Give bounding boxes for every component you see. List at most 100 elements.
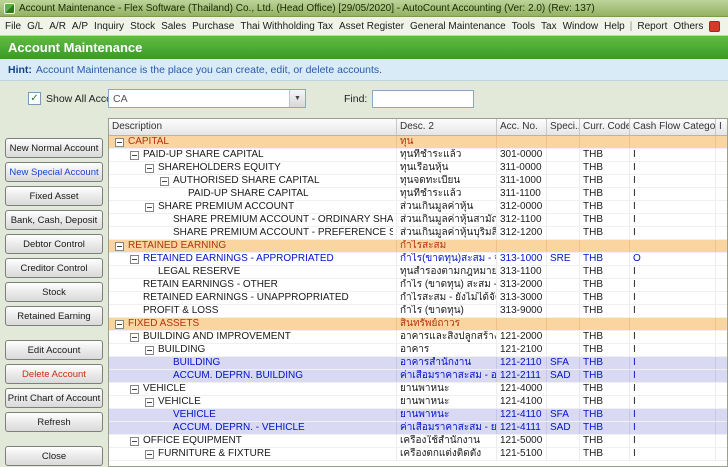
table-row[interactable]: FIXED ASSETSสินทรัพย์ถาวร [109, 318, 727, 331]
account-desc2-cell: อาคาร [397, 344, 497, 356]
currency-code-cell [580, 240, 630, 252]
fixed-asset-button[interactable]: Fixed Asset [5, 186, 103, 206]
edit-account-button[interactable]: Edit Account [5, 340, 103, 360]
menu-asset-register[interactable]: Asset Register [336, 21, 407, 32]
menu-tools[interactable]: Tools [509, 21, 538, 32]
menu-file[interactable]: File [2, 21, 24, 32]
show-all-accounts-checkbox[interactable] [28, 92, 41, 105]
table-row[interactable]: VEHICLEยานพาหนะ121-4110SFATHBI [109, 409, 727, 422]
table-row[interactable]: ACCUM. DEPRN. - VEHICLEค่าเสื่อมราคาสะสม… [109, 422, 727, 435]
bank-cash-deposit-button[interactable]: Bank, Cash, Deposit [5, 210, 103, 230]
tree-collapse-icon[interactable] [145, 346, 154, 355]
menu-thai-withholding-tax[interactable]: Thai Withholding Tax [237, 21, 336, 32]
table-row[interactable]: SHARE PREMIUM ACCOUNT - PREFERENCE SHARE… [109, 227, 727, 240]
account-name: PROFIT & LOSS [143, 305, 218, 317]
table-row[interactable]: VEHICLEยานพาหนะ121-4100THBI [109, 396, 727, 409]
tree-collapse-icon[interactable] [115, 138, 124, 147]
page-title: Account Maintenance [8, 40, 142, 55]
table-row[interactable]: BUILDINGอาคาร121-2100THBI [109, 344, 727, 357]
chevron-down-icon[interactable] [289, 90, 305, 107]
column-header-i[interactable]: I [716, 119, 727, 135]
account-type-combobox[interactable]: CA [108, 89, 306, 108]
special-type-cell [547, 266, 580, 278]
table-row[interactable]: FURNITURE & FIXTUREเครื่องตกแต่งติดตั้ง1… [109, 448, 727, 461]
creditor-control-button[interactable]: Creditor Control [5, 258, 103, 278]
account-description-cell: PROFIT & LOSS [109, 305, 397, 317]
column-header-speci[interactable]: Speci... [547, 119, 580, 135]
menu-a-r[interactable]: A/R [46, 21, 69, 32]
menu-g-l[interactable]: G/L [24, 21, 46, 32]
menu-window[interactable]: Window [560, 21, 602, 32]
menu-tax[interactable]: Tax [538, 21, 560, 32]
row-overflow-cell [716, 344, 727, 356]
new-special-account-button[interactable]: New Special Account [5, 162, 103, 182]
column-header-desc-2[interactable]: Desc. 2 [397, 119, 497, 135]
account-number-cell: 121-4000 [497, 383, 547, 395]
column-header-curr-code[interactable]: Curr. Code [580, 119, 630, 135]
print-chart-of-account-button[interactable]: Print Chart of Account [5, 388, 103, 408]
table-row[interactable]: RETAINED EARNINGกำไรสะสม [109, 240, 727, 253]
currency-code-cell: THB [580, 370, 630, 382]
table-row[interactable]: PAID-UP SHARE CAPITALทุนที่ชำระแล้ว311-1… [109, 188, 727, 201]
refresh-button[interactable]: Refresh [5, 412, 103, 432]
app-badge-icon[interactable] [709, 21, 720, 32]
cash-flow-category-cell: I [630, 383, 716, 395]
tree-collapse-icon[interactable] [160, 177, 169, 186]
row-overflow-cell [716, 409, 727, 421]
menu-general-maintenance[interactable]: General Maintenance [407, 21, 509, 32]
table-row[interactable]: AUTHORISED SHARE CAPITALทุนจดทะเบียน311-… [109, 175, 727, 188]
tree-collapse-icon[interactable] [130, 385, 139, 394]
table-row[interactable]: VEHICLEยานพาหนะ121-4000THBI [109, 383, 727, 396]
debtor-control-button[interactable]: Debtor Control [5, 234, 103, 254]
account-desc2-cell: ยานพาหนะ [397, 409, 497, 421]
menu-report[interactable]: Report [634, 21, 670, 32]
table-row[interactable]: RETAINED EARNINGS - UNAPPROPRIATEDกำไรสะ… [109, 292, 727, 305]
row-overflow-cell [716, 201, 727, 213]
new-normal-account-button[interactable]: New Normal Account [5, 138, 103, 158]
account-desc2-cell: ค่าเสื่อมราคาสะสม - ยานพาหนะ [397, 422, 497, 434]
menu-others[interactable]: Others [670, 21, 703, 32]
table-row[interactable]: OFFICE EQUIPMENTเครื่องใช้สำนักงาน121-50… [109, 435, 727, 448]
tree-collapse-icon[interactable] [145, 164, 154, 173]
table-row[interactable]: LEGAL RESERVEทุนสำรองตามกฎหมาย313-1100TH… [109, 266, 727, 279]
delete-account-button[interactable]: Delete Account [5, 364, 103, 384]
menu-sales[interactable]: Sales [158, 21, 189, 32]
tree-collapse-icon[interactable] [115, 320, 124, 329]
tree-collapse-icon[interactable] [130, 437, 139, 446]
column-header-cash-flow-category[interactable]: Cash Flow Category [630, 119, 716, 135]
account-number-cell: 121-4111 [497, 422, 547, 434]
table-row[interactable]: PAID-UP SHARE CAPITALทุนที่ชำระแล้ว301-0… [109, 149, 727, 162]
special-type-cell [547, 305, 580, 317]
tree-collapse-icon[interactable] [145, 398, 154, 407]
table-row[interactable]: BUILDINGอาคารสำนักงาน121-2110SFATHBI [109, 357, 727, 370]
table-row[interactable]: RETAIN EARNINGS - OTHERกำไร (ขาดทุน) สะส… [109, 279, 727, 292]
column-header-acc-no[interactable]: Acc. No. [497, 119, 547, 135]
tree-collapse-icon[interactable] [130, 255, 139, 264]
table-row[interactable]: RETAINED EARNINGS - APPROPRIATEDกำไร(ขาด… [109, 253, 727, 266]
tree-collapse-icon[interactable] [145, 203, 154, 212]
table-row[interactable]: SHARE PREMIUM ACCOUNTส่วนเกินมูลค่าหุ้น3… [109, 201, 727, 214]
menu-a-p[interactable]: A/P [69, 21, 91, 32]
table-row[interactable]: BUILDING AND IMPROVEMENTอาคารและสิ่งปลูก… [109, 331, 727, 344]
menu-help[interactable]: Help [601, 21, 628, 32]
tree-collapse-icon[interactable] [130, 333, 139, 342]
retained-earning-button[interactable]: Retained Earning [5, 306, 103, 326]
menu-purchase[interactable]: Purchase [189, 21, 237, 32]
currency-code-cell [580, 318, 630, 330]
account-number-cell: 121-2100 [497, 344, 547, 356]
table-row[interactable]: CAPITALทุน [109, 136, 727, 149]
special-type-cell [547, 136, 580, 148]
stock-button[interactable]: Stock [5, 282, 103, 302]
table-row[interactable]: PROFIT & LOSSกำไร (ขาดทุน)313-9000THBI [109, 305, 727, 318]
table-row[interactable]: SHAREHOLDERS EQUITYทุนเรือนหุ้น311-0000T… [109, 162, 727, 175]
table-row[interactable]: ACCUM. DEPRN. BUILDINGค่าเสื่อมราคาสะสม … [109, 370, 727, 383]
close-button[interactable]: Close [5, 446, 103, 466]
tree-collapse-icon[interactable] [145, 450, 154, 459]
tree-collapse-icon[interactable] [130, 151, 139, 160]
tree-collapse-icon[interactable] [115, 242, 124, 251]
menu-stock[interactable]: Stock [127, 21, 158, 32]
column-header-description[interactable]: Description [109, 119, 397, 135]
table-row[interactable]: SHARE PREMIUM ACCOUNT - ORDINARY SHARESส… [109, 214, 727, 227]
find-input[interactable] [372, 90, 474, 108]
menu-inquiry[interactable]: Inquiry [91, 21, 127, 32]
